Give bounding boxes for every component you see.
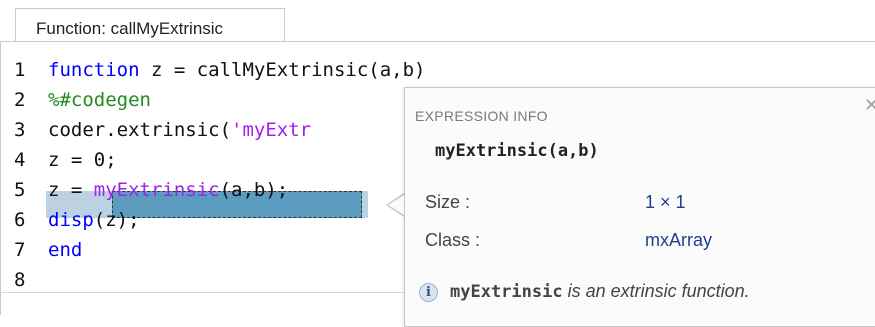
line-number: 1 [14, 59, 26, 81]
class-label: Class : [425, 230, 481, 250]
info-text: is an extrinsic function. [562, 281, 750, 301]
code-token: 'myExtr [231, 119, 312, 141]
line-number: 4 [14, 149, 26, 171]
line-number: 8 [14, 269, 26, 291]
code-text[interactable]: z = myExtrinsic(a,b); [48, 175, 288, 205]
code-token: myExtrinsic [93, 179, 220, 201]
line-number: 3 [14, 119, 26, 141]
code-token: function [48, 59, 140, 81]
code-line[interactable]: 1 function z = callMyExtrinsic(a,b) [0, 55, 875, 85]
code-text[interactable]: z = 0; [48, 145, 117, 175]
tab-function[interactable]: Function: callMyExtrinsic [15, 8, 285, 42]
size-value: 1 × 1 [645, 192, 686, 212]
code-token: disp [48, 209, 94, 231]
size-label: Size : [425, 192, 471, 212]
code-text[interactable]: function z = callMyExtrinsic(a,b) [48, 55, 426, 85]
popup-expression: myExtrinsic(a,b) [435, 141, 599, 161]
code-token: %#codegen [48, 89, 151, 111]
line-number: 2 [14, 89, 26, 111]
code-text[interactable]: %#codegen [48, 85, 151, 115]
expression-info-popup: EXPRESSION INFO ✕ myExtrinsic(a,b) Size … [404, 87, 875, 327]
line-number: 6 [14, 209, 26, 231]
popup-header: EXPRESSION INFO [415, 108, 548, 124]
line-number: 5 [14, 179, 26, 201]
info-function-name: myExtrinsic [450, 282, 563, 302]
code-token: (a,b); [219, 179, 289, 201]
code-token: (z); [93, 209, 140, 231]
info-message: i myExtrinsic is an extrinsic function. [419, 281, 750, 305]
code-text[interactable]: coder.extrinsic('myExtr [48, 115, 311, 145]
code-token: z = callMyExtrinsic(a,b) [139, 59, 426, 81]
info-icon: i [419, 282, 438, 302]
line-number: 7 [14, 239, 26, 261]
popup-pointer-fill [388, 195, 404, 215]
code-text[interactable]: disp(z); [48, 205, 140, 235]
code-token: end [48, 239, 83, 261]
code-token: z = [48, 179, 94, 201]
tab-label: Function: callMyExtrinsic [36, 19, 224, 38]
code-token: coder.extrinsic( [48, 119, 232, 141]
close-icon[interactable]: ✕ [864, 96, 875, 114]
code-token: z = 0; [48, 149, 117, 171]
class-value: mxArray [645, 230, 712, 250]
code-text[interactable]: end [48, 235, 82, 265]
